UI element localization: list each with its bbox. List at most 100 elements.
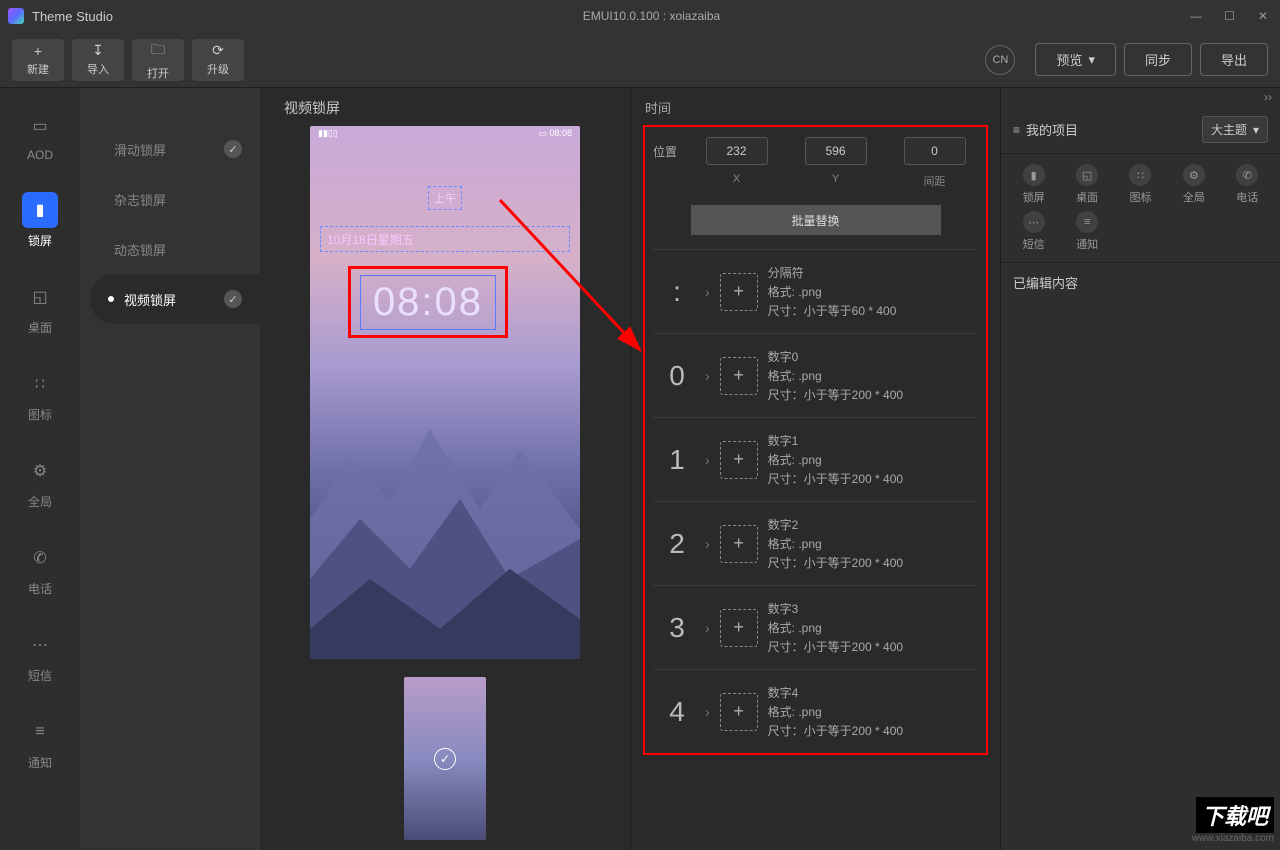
nav-lockscreen[interactable]: ▮锁屏 (22, 192, 58, 249)
inspector-panel: 时间 位置 X Y 间距 批量替换 : › + 分隔符格式: .png尺寸：小于… (630, 88, 1000, 850)
maximize-icon[interactable]: ☐ (1224, 9, 1238, 23)
import-button[interactable]: ↧导入 (72, 39, 124, 81)
watermark: 下载吧 www.xiazaiba.com (1192, 797, 1274, 844)
asset-row: 4 › + 数字4格式: .png尺寸：小于等于200 * 400 (653, 669, 978, 753)
nav-global[interactable]: ⚙全局 (22, 453, 58, 510)
folder-icon: 🗀 (151, 39, 165, 63)
add-asset-button[interactable]: + (720, 525, 758, 563)
sync-button[interactable]: 同步 (1124, 43, 1192, 76)
clock-box[interactable]: 08:08 (348, 266, 508, 338)
grid-icon: ≡ (1076, 211, 1098, 233)
add-asset-button[interactable]: + (720, 357, 758, 395)
check-icon: ✓ (224, 140, 242, 158)
chevron-down-icon: ▾ (1253, 123, 1259, 137)
grid-icon: ▮ (1023, 164, 1045, 186)
preview-title: 视频锁屏 (284, 98, 340, 118)
desktop-icon: ◱ (22, 279, 58, 315)
lockscreen-icon: ▮ (22, 192, 58, 228)
nav-sms[interactable]: ⋯短信 (22, 627, 58, 684)
grid-icon: ◱ (1076, 164, 1098, 186)
grid-item[interactable]: ✆电话 (1221, 164, 1274, 205)
asset-size: 尺寸：小于等于200 * 400 (768, 722, 903, 739)
preview-button[interactable]: 预览▾ (1035, 43, 1116, 76)
theme-select[interactable]: 大主题▾ (1202, 116, 1268, 143)
preview-thumbnail[interactable]: ✓ (404, 677, 486, 840)
asset-row: 3 › + 数字3格式: .png尺寸：小于等于200 * 400 (653, 585, 978, 669)
asset-row: 1 › + 数字1格式: .png尺寸：小于等于200 * 400 (653, 417, 978, 501)
pos-y-input[interactable] (805, 137, 867, 165)
chat-icon: ⋯ (22, 627, 58, 663)
upgrade-button[interactable]: ⟳升级 (192, 39, 244, 81)
asset-name: 数字1 (768, 432, 903, 449)
add-asset-button[interactable]: + (720, 609, 758, 647)
add-asset-button[interactable]: + (720, 693, 758, 731)
app-logo (8, 8, 24, 24)
nav-icons[interactable]: ∷图标 (22, 366, 58, 423)
close-icon[interactable]: ✕ (1258, 9, 1272, 23)
grid-item[interactable]: ⋯短信 (1007, 211, 1060, 252)
preview-pane: 视频锁屏 ▮▮▯▯ ▭ 08:08 上午 10月18日星期五 08:08 ✓ (260, 88, 630, 850)
export-button[interactable]: 导出 (1200, 43, 1268, 76)
grid-item[interactable]: ≡通知 (1060, 211, 1113, 252)
asset-name: 数字4 (768, 684, 903, 701)
chevron-right-icon: › (705, 536, 710, 552)
chevron-right-icon: › (705, 704, 710, 720)
language-toggle[interactable]: CN (985, 45, 1015, 75)
nav-desktop[interactable]: ◱桌面 (22, 279, 58, 336)
position-label: 位置 (653, 137, 693, 160)
asset-format: 格式: .png (768, 367, 903, 384)
asset-glyph: 0 (659, 360, 695, 392)
nav-phone[interactable]: ✆电话 (22, 540, 58, 597)
batch-replace-button[interactable]: 批量替换 (691, 205, 941, 235)
asset-format: 格式: .png (768, 451, 903, 468)
aod-icon: ▭ (22, 108, 58, 144)
ampm-box[interactable]: 上午 (428, 186, 462, 210)
open-button[interactable]: 🗀打开 (132, 39, 184, 81)
expand-icon[interactable]: ›› (1001, 88, 1280, 106)
asset-size: 尺寸：小于等于200 * 400 (768, 638, 903, 655)
grid-icon: ⋯ (1023, 211, 1045, 233)
asset-format: 格式: .png (768, 619, 903, 636)
check-icon: ✓ (434, 748, 456, 770)
asset-row: : › + 分隔符格式: .png尺寸：小于等于60 * 400 (653, 249, 978, 333)
pos-x-input[interactable] (706, 137, 768, 165)
date-box[interactable]: 10月18日星期五 (320, 226, 570, 252)
nav-notify[interactable]: ≡通知 (22, 714, 58, 771)
asset-row: 0 › + 数字0格式: .png尺寸：小于等于200 * 400 (653, 333, 978, 417)
import-icon: ↧ (92, 42, 104, 59)
asset-format: 格式: .png (768, 283, 897, 300)
sublist-dynamic-lock[interactable]: 动态锁屏 (80, 224, 260, 274)
project-grid: ▮锁屏◱桌面∷图标⚙全局✆电话 ⋯短信≡通知 (1001, 154, 1280, 263)
nav-aod[interactable]: ▭AOD (22, 108, 58, 162)
mountain-art (310, 339, 580, 659)
pos-gap-input[interactable] (904, 137, 966, 165)
status-bar: ▮▮▯▯ ▭ 08:08 (310, 126, 580, 144)
chevron-right-icon: › (705, 620, 710, 636)
icons-icon: ∷ (22, 366, 58, 402)
grid-icon: ✆ (1236, 164, 1258, 186)
grid-item[interactable]: ⚙全局 (1167, 164, 1220, 205)
add-asset-button[interactable]: + (720, 273, 758, 311)
add-asset-button[interactable]: + (720, 441, 758, 479)
grid-item[interactable]: ▮锁屏 (1007, 164, 1060, 205)
sublist-slide-lock[interactable]: 滑动锁屏✓ (80, 124, 260, 174)
asset-glyph: : (659, 276, 695, 308)
left-nav: ▭AOD ▮锁屏 ◱桌面 ∷图标 ⚙全局 ✆电话 ⋯短信 ≡通知 (0, 88, 80, 850)
asset-name: 分隔符 (768, 264, 897, 281)
upgrade-icon: ⟳ (212, 42, 224, 59)
asset-format: 格式: .png (768, 535, 903, 552)
minimize-icon[interactable]: — (1190, 9, 1204, 23)
grid-icon: ⚙ (1183, 164, 1205, 186)
chevron-right-icon: › (705, 452, 710, 468)
app-title: Theme Studio (32, 9, 113, 24)
list-icon: ≡ (1013, 123, 1020, 137)
chevron-right-icon: › (705, 368, 710, 384)
new-button[interactable]: +新建 (12, 39, 64, 81)
battery-icon: ▭ (538, 128, 547, 138)
asset-name: 数字3 (768, 600, 903, 617)
grid-item[interactable]: ◱桌面 (1060, 164, 1113, 205)
asset-glyph: 1 (659, 444, 695, 476)
sublist-video-lock[interactable]: 视频锁屏✓ (90, 274, 260, 324)
sublist-magazine-lock[interactable]: 杂志锁屏 (80, 174, 260, 224)
grid-item[interactable]: ∷图标 (1114, 164, 1167, 205)
